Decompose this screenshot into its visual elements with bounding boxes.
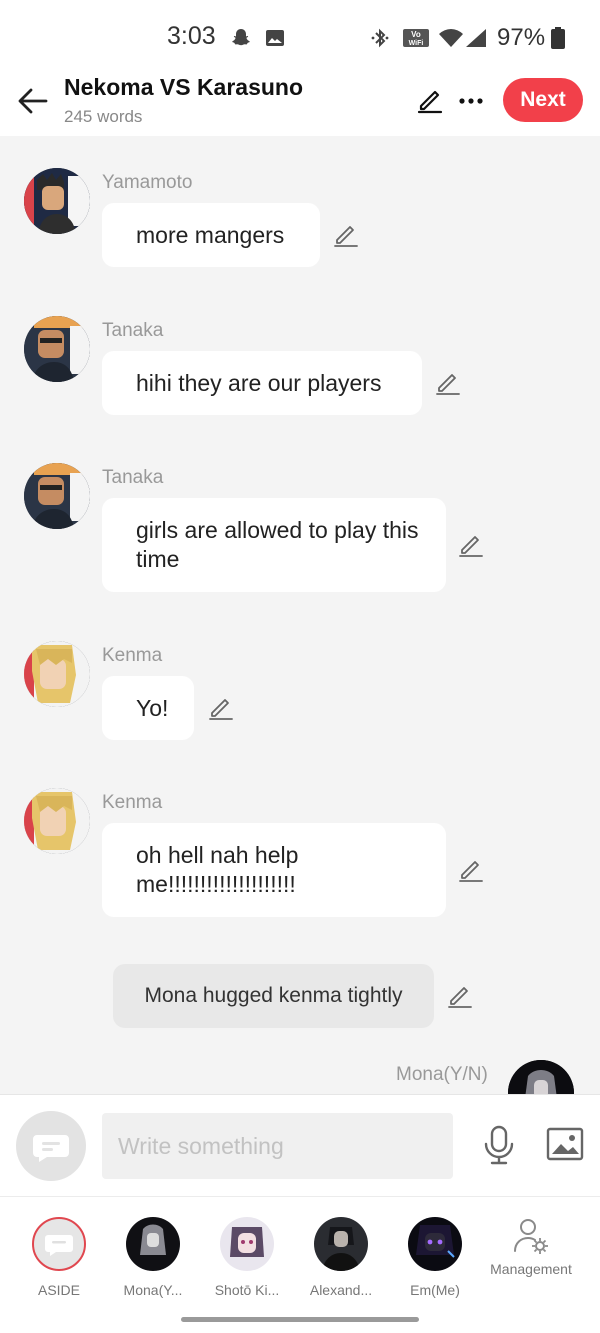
avatar[interactable] bbox=[508, 1060, 574, 1094]
svg-text:WiFi: WiFi bbox=[409, 40, 424, 47]
top-bar: Nekoma VS Karasuno 245 words Next bbox=[0, 74, 600, 136]
character-name: Yamamoto bbox=[102, 172, 193, 193]
character-portrait bbox=[24, 168, 90, 234]
svg-text:Vo: Vo bbox=[411, 30, 421, 39]
avatar bbox=[126, 1217, 180, 1271]
avatar bbox=[314, 1217, 368, 1271]
message-bubble[interactable]: more mangers bbox=[102, 203, 320, 267]
snapchat-icon bbox=[232, 29, 250, 46]
avatar[interactable] bbox=[24, 168, 90, 234]
character-bar: ASIDE Mona(Y... Shotō Ki... Alexand... E… bbox=[0, 1196, 600, 1309]
edit-message-icon[interactable] bbox=[435, 370, 461, 396]
tab-management[interactable]: Management bbox=[484, 1217, 578, 1277]
avatar bbox=[220, 1217, 274, 1271]
character-portrait bbox=[24, 316, 90, 382]
word-count: 245 words bbox=[64, 107, 143, 126]
tab-character[interactable]: Mona(Y... bbox=[108, 1217, 198, 1298]
signal-icon bbox=[466, 29, 486, 47]
message-bubble[interactable]: oh hell nah help me!!!!!!!!!!!!!!!!!!!! bbox=[102, 823, 446, 917]
avatar[interactable] bbox=[24, 788, 90, 854]
character-portrait bbox=[508, 1060, 574, 1094]
home-indicator[interactable] bbox=[181, 1317, 419, 1322]
avatar[interactable] bbox=[24, 641, 90, 707]
vowifi-icon: Vo WiFi bbox=[403, 29, 429, 47]
chat-area[interactable]: Yamamoto more mangers Tanaka hihi they a… bbox=[0, 136, 600, 1094]
composer bbox=[0, 1094, 600, 1197]
message-bubble[interactable]: hihi they are our players bbox=[102, 351, 422, 415]
tab-character[interactable]: Alexand... bbox=[296, 1217, 386, 1298]
tab-label: Mona(Y... bbox=[123, 1282, 183, 1298]
aside-icon bbox=[32, 1217, 86, 1271]
edit-message-icon[interactable] bbox=[458, 857, 484, 883]
status-bar: 3:03 Vo WiFi 97% bbox=[0, 0, 600, 78]
character-portrait bbox=[24, 641, 90, 707]
tab-label: Em(Me) bbox=[410, 1282, 460, 1298]
wifi-icon bbox=[439, 29, 463, 47]
message-bubble[interactable]: Yo! bbox=[102, 676, 194, 740]
image-upload-icon[interactable] bbox=[546, 1127, 584, 1161]
character-name: Tanaka bbox=[102, 320, 164, 341]
character-name: Tanaka bbox=[102, 467, 164, 488]
edit-pen-icon[interactable] bbox=[416, 86, 444, 114]
edit-message-icon[interactable] bbox=[447, 983, 473, 1009]
edit-message-icon[interactable] bbox=[208, 695, 234, 721]
character-name: Kenma bbox=[102, 645, 163, 666]
management-icon bbox=[514, 1219, 548, 1254]
character-name: Kenma bbox=[102, 792, 163, 813]
next-button[interactable]: Next bbox=[503, 78, 583, 122]
edit-message-icon[interactable] bbox=[333, 222, 359, 248]
aside-narration-bubble[interactable]: Mona hugged kenma tightly bbox=[113, 964, 434, 1028]
story-title: Nekoma VS Karasuno bbox=[64, 74, 304, 100]
message-input[interactable] bbox=[102, 1113, 453, 1179]
tab-label: Alexand... bbox=[309, 1282, 373, 1298]
status-time: 3:03 bbox=[167, 22, 216, 50]
battery-icon bbox=[551, 27, 565, 49]
character-name: Mona(Y/N) bbox=[396, 1064, 488, 1085]
microphone-icon[interactable] bbox=[482, 1125, 516, 1165]
avatar bbox=[408, 1217, 462, 1271]
tab-label: Shotō Ki... bbox=[214, 1282, 280, 1298]
tab-aside[interactable]: ASIDE bbox=[14, 1217, 104, 1298]
aside-toggle-button[interactable] bbox=[16, 1111, 86, 1181]
avatar[interactable] bbox=[24, 463, 90, 529]
aside-chat-icon bbox=[33, 1135, 69, 1162]
avatar[interactable] bbox=[24, 316, 90, 382]
tab-label: ASIDE bbox=[37, 1282, 80, 1298]
edit-message-icon[interactable] bbox=[458, 532, 484, 558]
back-arrow-icon[interactable] bbox=[16, 84, 50, 118]
gesture-bar bbox=[0, 1308, 600, 1333]
character-portrait bbox=[24, 788, 90, 854]
tab-character[interactable]: Em(Me) bbox=[390, 1217, 480, 1298]
bluetooth-icon bbox=[371, 28, 389, 48]
more-options-icon[interactable] bbox=[458, 88, 484, 114]
character-portrait bbox=[24, 463, 90, 529]
tab-label: Management bbox=[490, 1261, 572, 1277]
gallery-icon bbox=[266, 30, 284, 46]
battery-percent: 97% bbox=[497, 24, 546, 51]
tab-character[interactable]: Shotō Ki... bbox=[202, 1217, 292, 1298]
message-bubble[interactable]: girls are allowed to play this time bbox=[102, 498, 446, 592]
